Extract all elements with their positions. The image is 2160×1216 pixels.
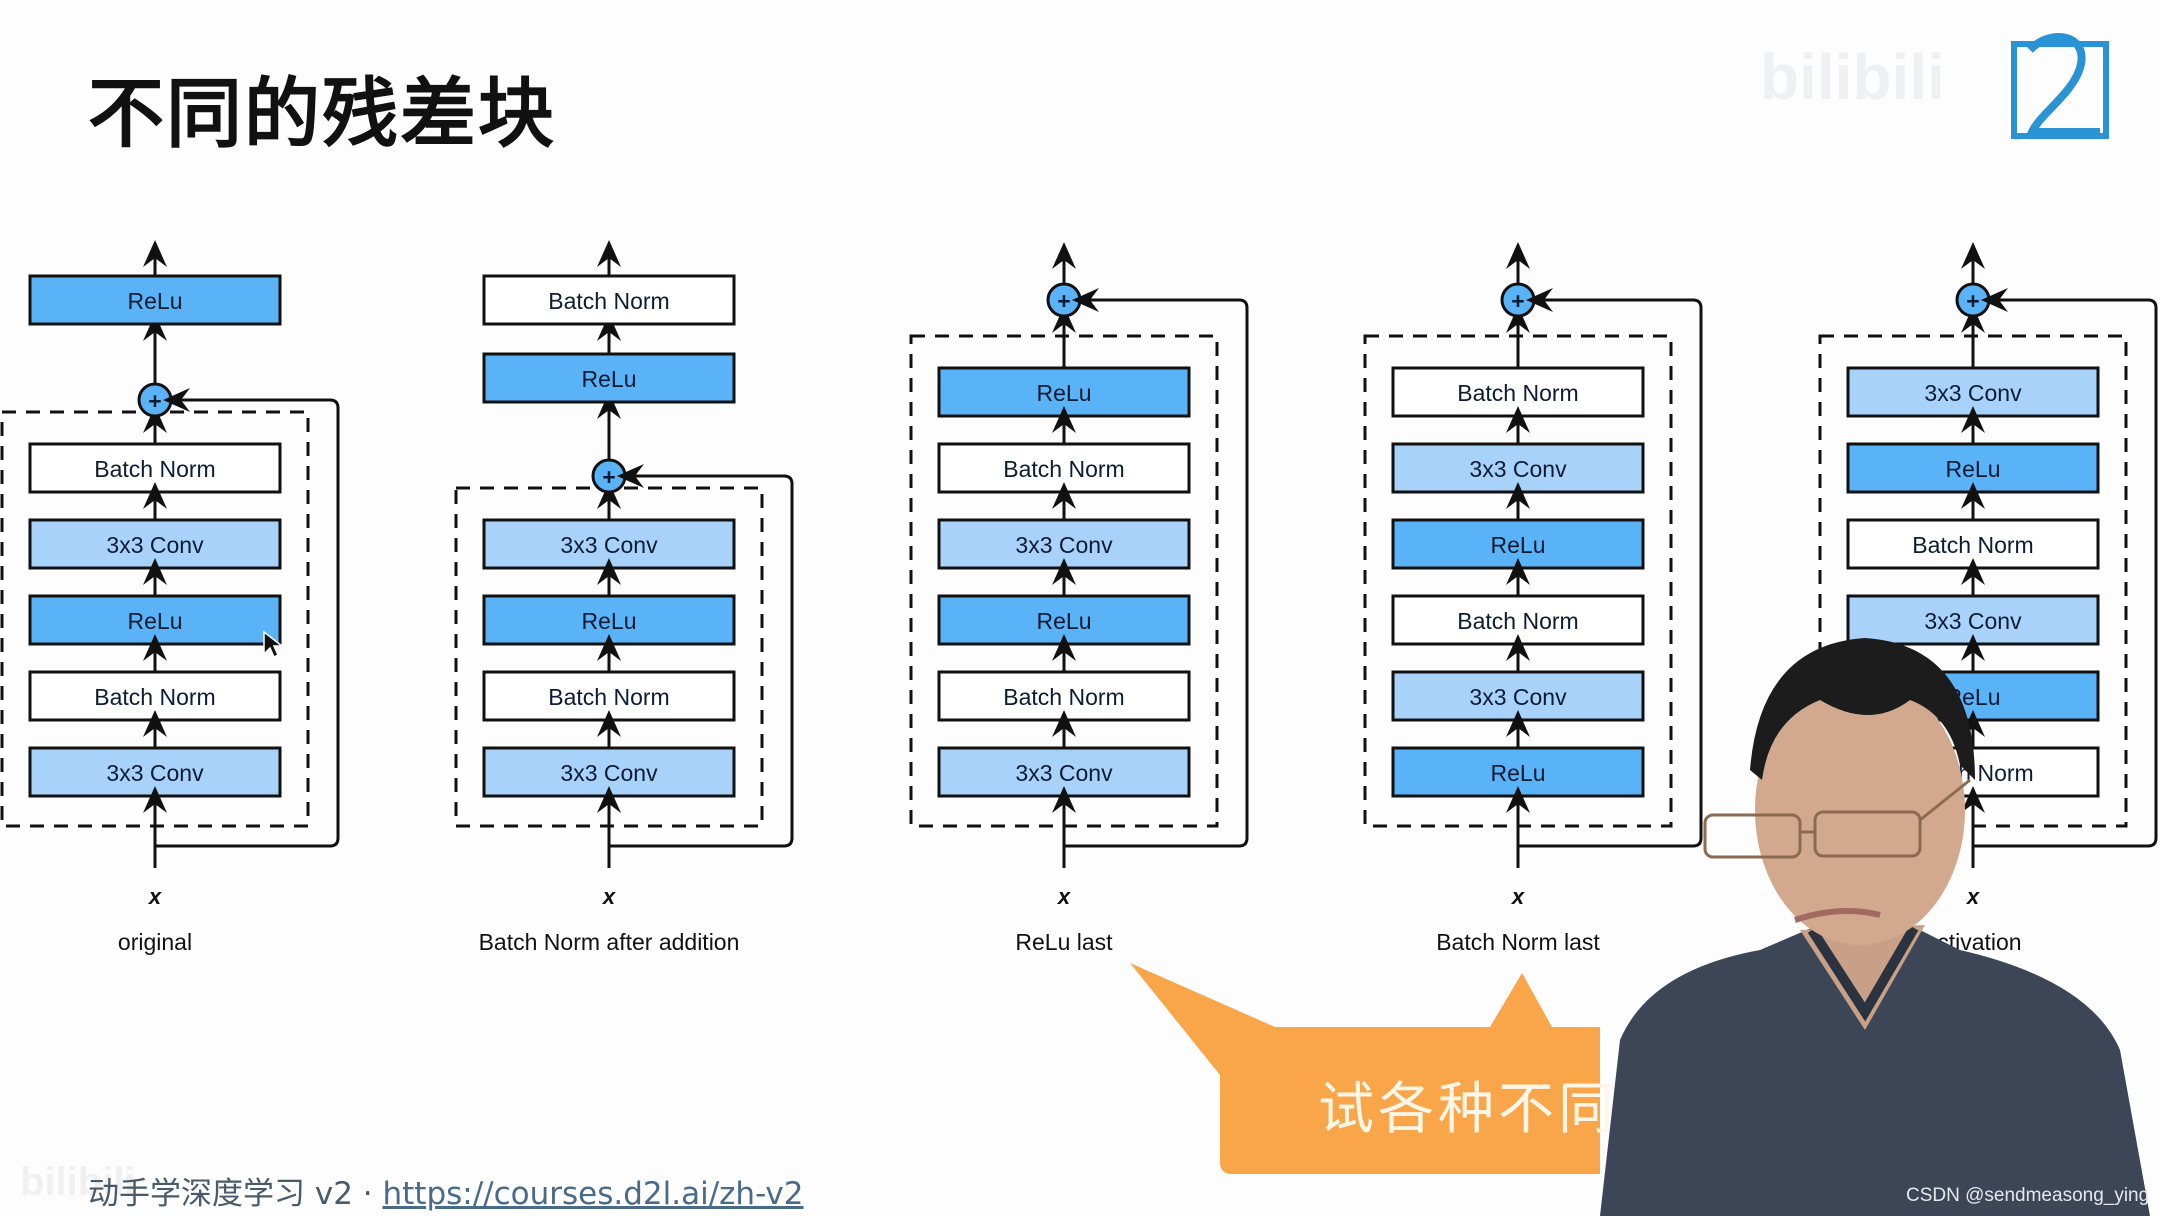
course-link[interactable]: https://courses.d2l.ai/zh-v2 <box>382 1176 803 1212</box>
slide-footer: 动手学深度学习 v2 · https://courses.d2l.ai/zh-v… <box>88 1168 804 1213</box>
presenter-video <box>1600 638 2150 1216</box>
footer-course-text: 动手学深度学习 v2 · <box>88 1176 383 1212</box>
csdn-watermark: CSDN @sendmeasong_ying <box>1906 1185 2150 1206</box>
mouse-cursor-icon <box>263 630 284 659</box>
